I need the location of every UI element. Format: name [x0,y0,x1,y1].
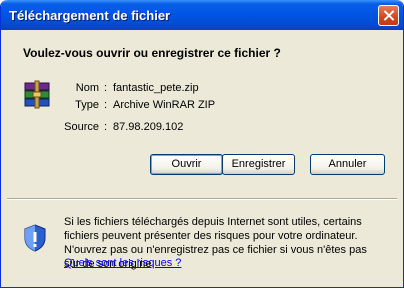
open-button[interactable]: Ouvrir [150,154,223,175]
cancel-button[interactable]: Annuler [310,154,385,175]
divider [7,198,397,200]
type-label: Type [75,99,99,111]
file-download-dialog: Téléchargement de fichier Voulez-vous ou… [0,0,404,288]
file-source: 87.98.209.102 [113,121,184,133]
window-title: Téléchargement de fichier [9,8,171,23]
source-separator: : [104,121,108,133]
source-label: Source [64,121,99,133]
title-bar[interactable]: Téléchargement de fichier [1,0,403,30]
name-label: Nom [75,82,99,94]
risks-link[interactable]: Quels sont les risques ? [64,257,181,269]
save-button[interactable]: Enregistrer [222,154,295,175]
file-name: fantastic_pete.zip [113,82,199,94]
file-type: Archive WinRAR ZIP [113,99,216,111]
download-question: Voulez-vous ouvrir ou enregistrer ce fic… [23,46,281,60]
security-shield-icon [24,224,46,252]
type-separator: : [104,99,108,111]
close-icon[interactable] [378,5,399,26]
name-separator: : [104,82,108,94]
